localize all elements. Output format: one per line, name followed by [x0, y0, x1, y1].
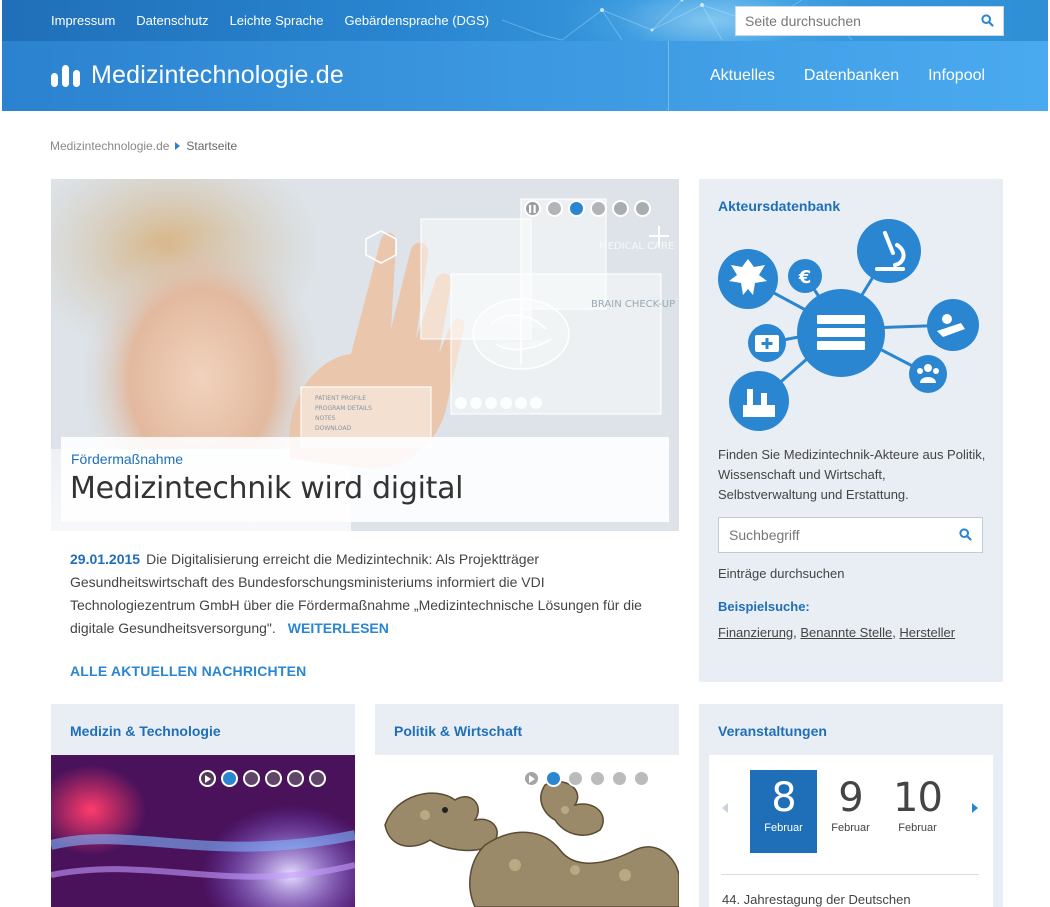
- hero-slider-dots: [524, 200, 651, 217]
- patient-icon[interactable]: [927, 299, 979, 351]
- divider: [721, 874, 979, 875]
- nav-infopool[interactable]: Infopool: [922, 67, 985, 85]
- example-search-label: Beispielsuche:: [718, 599, 810, 614]
- example-hersteller[interactable]: Hersteller: [899, 625, 955, 640]
- calendar-day[interactable]: 10 Februar: [884, 770, 951, 853]
- main-nav: Aktuelles Datenbanken Infopool: [668, 41, 1048, 111]
- logo-bars-icon: [51, 64, 80, 87]
- hero-slider[interactable]: MEDICAL CARE BRAIN CHECK-UP PATIENT PROF…: [51, 179, 679, 531]
- day-number: 10: [893, 775, 943, 821]
- calendar-day-selected[interactable]: 8 Februar: [750, 770, 817, 853]
- example-search-links: Finanzierung, Benannte Stelle, Herstelle…: [718, 625, 956, 640]
- link-leichte-sprache[interactable]: Leichte Sprache: [230, 13, 324, 28]
- day-month: Februar: [831, 822, 870, 834]
- card-title[interactable]: Politik & Wirtschaft: [394, 723, 522, 739]
- nav-divider: [668, 41, 669, 111]
- factory-icon[interactable]: [729, 371, 789, 431]
- slider-dot[interactable]: [567, 770, 584, 787]
- akteur-network-graphic: €: [718, 219, 979, 431]
- site-header: Medizintechnologie.de Aktuelles Datenban…: [2, 41, 1048, 111]
- breadcrumb-home[interactable]: Medizintechnologie.de: [50, 139, 169, 153]
- event-calendar: 8 Februar 9 Februar 10 Februar 44. Jahre…: [709, 755, 993, 907]
- day-month: Februar: [764, 822, 803, 834]
- browse-entries-link[interactable]: Einträge durchsuchen: [718, 566, 844, 581]
- play-icon[interactable]: [199, 770, 216, 787]
- all-news-link[interactable]: ALLE AKTUELLEN NACHRICHTEN: [70, 663, 306, 679]
- hero-title[interactable]: Medizintechnik wird digital: [70, 471, 464, 506]
- logo-text: Medizintechnologie.de: [91, 61, 344, 89]
- slider-dot-active[interactable]: [221, 770, 238, 787]
- top-links: Impressum Datenschutz Leichte Sprache Ge…: [51, 0, 510, 41]
- example-benannte-stelle[interactable]: Benannte Stelle: [800, 625, 892, 640]
- card-title[interactable]: Medizin & Technologie: [70, 723, 221, 739]
- slider-dot[interactable]: [309, 770, 326, 787]
- slider-dot-active[interactable]: [545, 770, 562, 787]
- event-item[interactable]: 44. Jahrestagung der Deutschen: [722, 892, 911, 907]
- card-medizin-technologie: Medizin & Technologie: [51, 704, 355, 907]
- calendar-day[interactable]: 9 Februar: [817, 770, 884, 853]
- breadcrumb: Medizintechnologie.de Startseite: [50, 139, 237, 153]
- card-slider-dots: [523, 770, 650, 787]
- nav-datenbanken[interactable]: Datenbanken: [798, 67, 899, 85]
- hero-caption[interactable]: Fördermaßnahme Medizintechnik wird digit…: [61, 437, 669, 522]
- link-impressum[interactable]: Impressum: [51, 13, 115, 28]
- day-month: Februar: [898, 822, 937, 834]
- nav-aktuelles[interactable]: Aktuelles: [704, 67, 775, 85]
- slider-dot[interactable]: [546, 200, 563, 217]
- slider-dot[interactable]: [589, 770, 606, 787]
- search-icon[interactable]: [959, 528, 972, 541]
- play-icon[interactable]: [523, 770, 540, 787]
- slider-dot[interactable]: [612, 200, 629, 217]
- example-finanzierung[interactable]: Finanzierung: [718, 625, 793, 640]
- link-datenschutz[interactable]: Datenschutz: [136, 13, 208, 28]
- akteur-search: [718, 517, 983, 553]
- chevron-left-icon[interactable]: [722, 803, 728, 813]
- top-bar: Impressum Datenschutz Leichte Sprache Ge…: [2, 0, 1048, 41]
- article-teaser: 29.01.2015 Die Digitalisierung erreicht d…: [70, 548, 660, 640]
- article-date: 29.01.2015: [70, 551, 141, 567]
- slider-dot[interactable]: [287, 770, 304, 787]
- slider-dot[interactable]: [590, 200, 607, 217]
- overlay-label: DOWNLOAD: [315, 425, 352, 432]
- slider-dot[interactable]: [611, 770, 628, 787]
- site-search: [735, 6, 1004, 36]
- link-gebaerdensprache[interactable]: Gebärdensprache (DGS): [345, 13, 490, 28]
- slider-dot[interactable]: [243, 770, 260, 787]
- slider-dot[interactable]: [265, 770, 282, 787]
- veranstaltungen-panel: Veranstaltungen 8 Februar 9 Februar 10 F…: [699, 704, 1003, 907]
- akteur-search-input[interactable]: [719, 518, 949, 552]
- site-logo[interactable]: Medizintechnologie.de: [51, 61, 344, 90]
- slider-dot[interactable]: [633, 770, 650, 787]
- card-politik-wirtschaft: Politik & Wirtschaft: [375, 704, 679, 907]
- pause-icon[interactable]: [524, 200, 541, 217]
- microscope-icon[interactable]: [857, 219, 921, 283]
- overlay-label: PROGRAM DETAILS: [315, 405, 372, 412]
- overlay-label: NOTES: [315, 415, 336, 422]
- day-number: 9: [838, 775, 863, 821]
- search-icon[interactable]: [981, 14, 994, 27]
- chevron-right-icon[interactable]: [972, 803, 978, 813]
- breadcrumb-current: Startseite: [186, 139, 238, 153]
- slider-dot-active[interactable]: [568, 200, 585, 217]
- slider-dot[interactable]: [634, 200, 651, 217]
- overlay-label: PATIENT PROFILE: [315, 395, 366, 402]
- akteur-description: Finden Sie Medizintechnik-Akteure aus Po…: [718, 447, 986, 502]
- akteursdatenbank-panel: Akteursdatenbank € Finden Sie Medizintec…: [699, 179, 1003, 682]
- overlay-label: BRAIN CHECK-UP: [591, 299, 675, 310]
- svg-text:€: €: [798, 267, 812, 288]
- overlay-label: MEDICAL CARE: [599, 241, 674, 252]
- group-icon[interactable]: [909, 355, 947, 393]
- site-search-input[interactable]: [736, 7, 966, 35]
- card-slider-dots: [199, 770, 326, 787]
- day-number: 8: [771, 775, 796, 821]
- hero-kicker: Fördermaßnahme: [71, 451, 184, 467]
- events-title: Veranstaltungen: [718, 723, 827, 739]
- read-more-link[interactable]: WEITERLESEN: [288, 620, 389, 636]
- breadcrumb-arrow-icon: [175, 142, 181, 150]
- akteur-title: Akteursdatenbank: [718, 198, 841, 214]
